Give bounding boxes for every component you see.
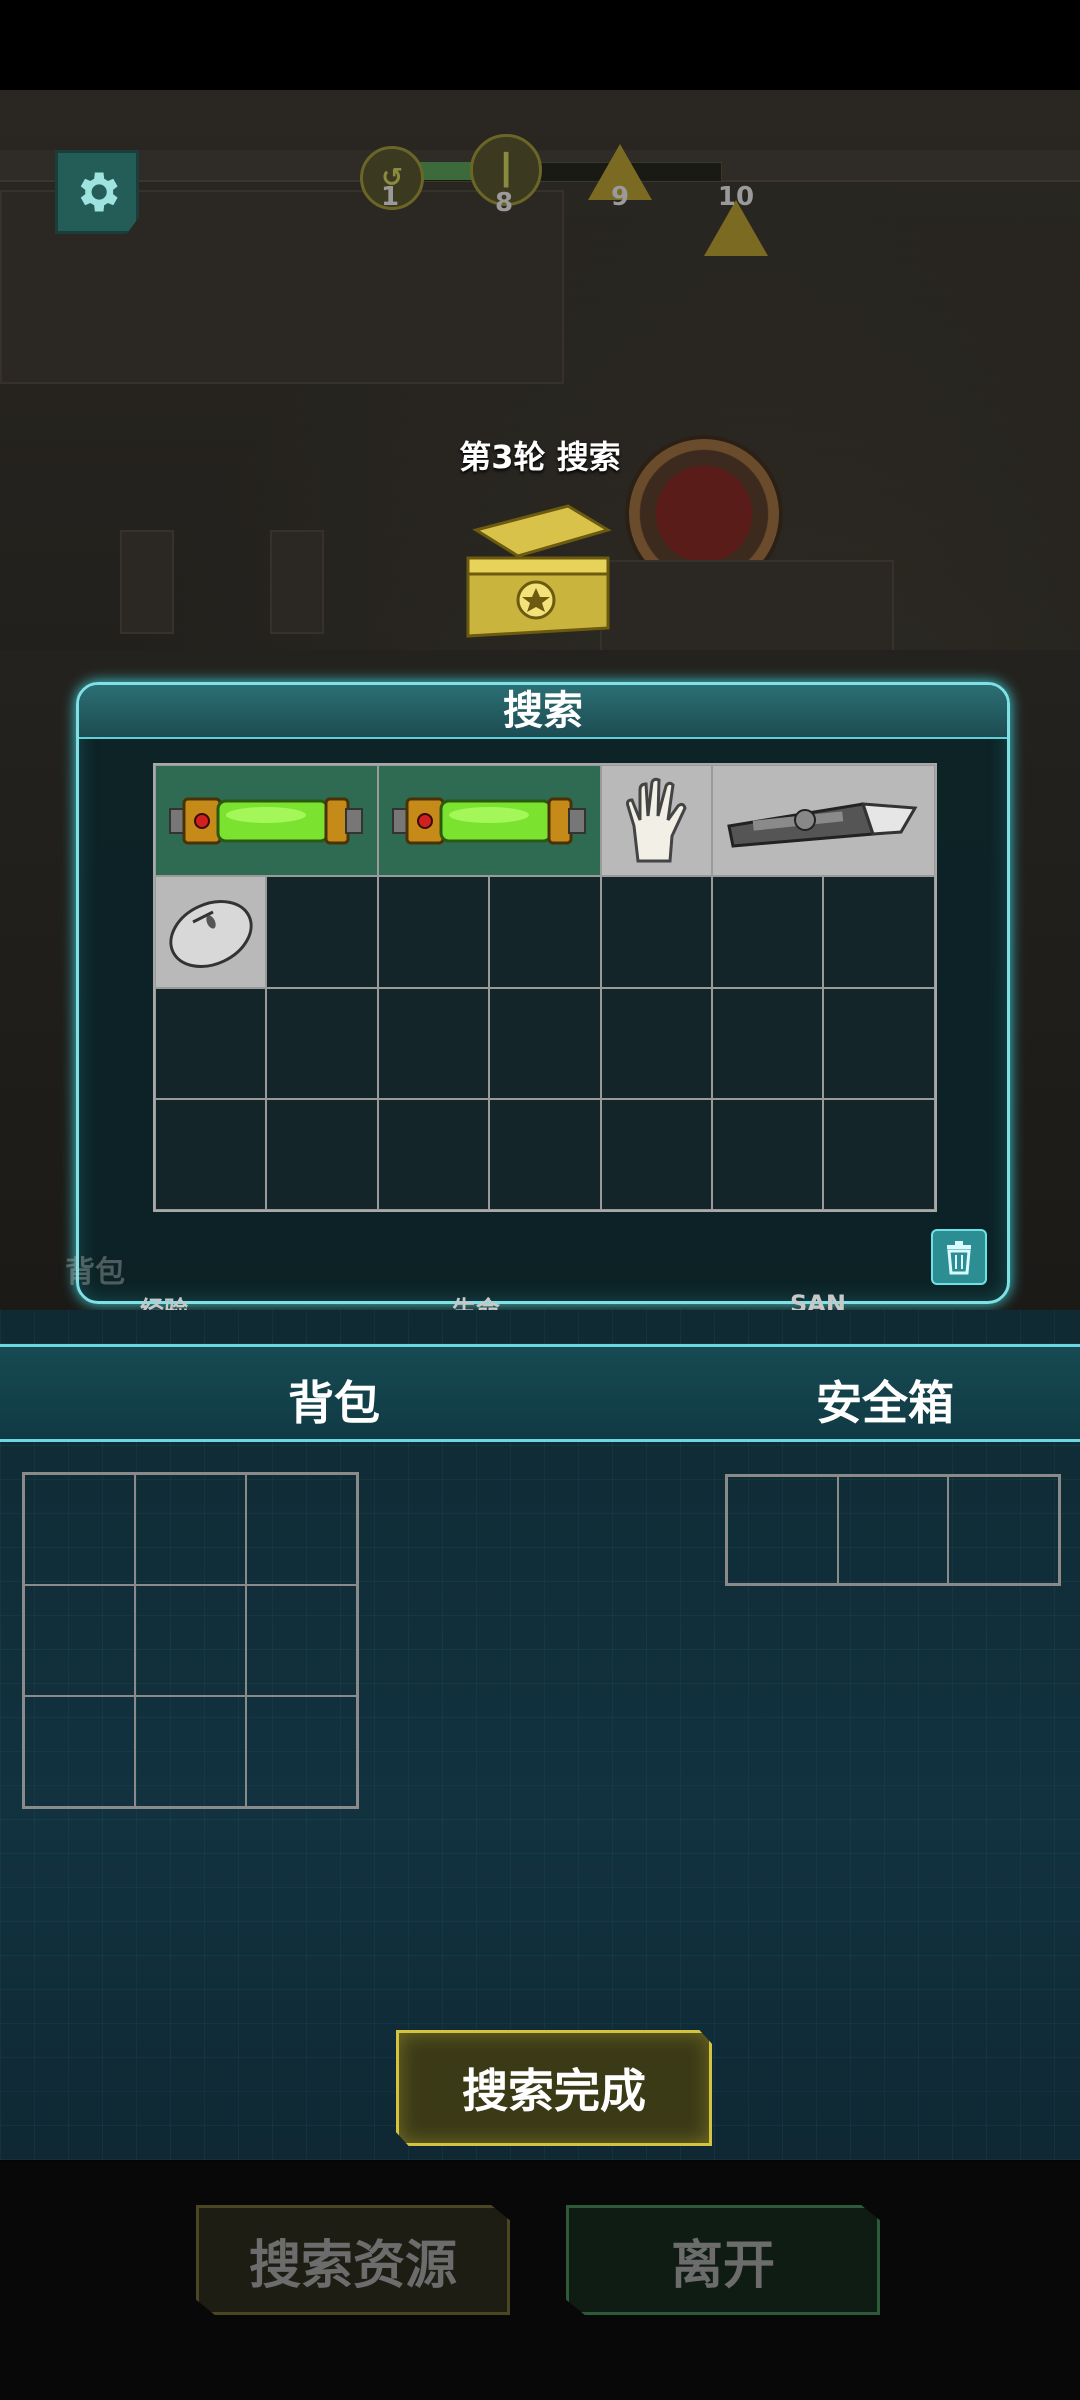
stage-label-8: 8	[494, 188, 514, 218]
stage-label-1: 1	[380, 182, 400, 212]
grid-cell-empty[interactable]	[489, 987, 601, 1099]
knife-icon	[727, 801, 918, 848]
settings-button[interactable]	[55, 150, 139, 234]
canister-icon	[169, 797, 364, 845]
trash-button[interactable]	[931, 1229, 987, 1285]
item-glove[interactable]	[600, 765, 712, 877]
chest-icon	[466, 504, 612, 638]
grid-cell-empty[interactable]	[711, 1098, 824, 1210]
grid-cell-empty[interactable]	[155, 987, 267, 1099]
grid-cell-empty[interactable]	[489, 1098, 601, 1210]
canister-icon	[392, 797, 587, 845]
glove-icon	[626, 777, 687, 863]
stage-progress: ↺ 1 ┃ 8 9 10	[360, 134, 770, 256]
search-complete-button[interactable]: 搜索完成	[396, 2030, 712, 2146]
backpack-slot[interactable]	[24, 1474, 135, 1585]
safebox-slot[interactable]	[837, 1476, 949, 1584]
safebox-slot[interactable]	[948, 1476, 1059, 1584]
status-bar	[0, 0, 1080, 90]
bag-watermark: 背包	[65, 1255, 125, 1290]
safebox-slot[interactable]	[727, 1476, 838, 1584]
treasure-chest	[458, 500, 618, 640]
trash-icon	[947, 1241, 971, 1275]
search-resources-button[interactable]: 搜索资源	[196, 2205, 510, 2315]
grid-cell-empty[interactable]	[600, 987, 712, 1099]
backpack-slot[interactable]	[24, 1696, 135, 1807]
grid-cell-empty[interactable]	[377, 987, 490, 1099]
action-bar	[0, 2162, 1080, 2400]
backpack-slot[interactable]	[246, 1696, 357, 1807]
backpack-slot[interactable]	[135, 1474, 246, 1585]
backpack-grid	[22, 1472, 359, 1809]
backpack-slot[interactable]	[135, 1696, 246, 1807]
tab-safebox[interactable]: 安全箱	[816, 1367, 954, 1433]
inventory-tab-bar: 背包 安全箱	[0, 1344, 1080, 1442]
grid-cell-empty[interactable]	[266, 876, 378, 988]
search-grid	[153, 763, 937, 1212]
backpack-slot[interactable]	[135, 1585, 246, 1696]
grid-cell-empty[interactable]	[377, 876, 490, 988]
grid-cell-empty[interactable]	[600, 1098, 712, 1210]
item-green-canister[interactable]	[155, 765, 378, 877]
grid-cell-empty[interactable]	[489, 876, 601, 988]
window	[270, 530, 324, 634]
mouse-icon	[169, 899, 253, 968]
stage-label-10: 10	[717, 182, 755, 212]
grid-cell-empty[interactable]	[823, 987, 935, 1099]
grid-cell-empty[interactable]	[266, 1098, 378, 1210]
grid-cell-empty[interactable]	[600, 876, 712, 988]
stage-label-9: 9	[610, 182, 630, 212]
search-panel: 搜索 背包	[65, 682, 1010, 1304]
grid-cell-empty[interactable]	[377, 1098, 490, 1210]
search-panel-title: 搜索	[79, 685, 1007, 739]
grid-cell-empty[interactable]	[823, 1098, 935, 1210]
grid-cell-empty[interactable]	[711, 876, 824, 988]
item-computer-mouse[interactable]	[155, 876, 267, 988]
backpack-slot[interactable]	[246, 1585, 357, 1696]
window	[120, 530, 174, 634]
tab-backpack[interactable]: 背包	[288, 1367, 380, 1433]
grid-cell-empty[interactable]	[266, 987, 378, 1099]
grid-cell-empty[interactable]	[155, 1098, 267, 1210]
item-green-canister[interactable]	[377, 765, 601, 877]
backpack-slot[interactable]	[246, 1474, 357, 1585]
grid-cell-empty[interactable]	[823, 876, 935, 988]
round-title: 第3轮 搜索	[459, 438, 621, 476]
grid-cell-empty[interactable]	[711, 987, 824, 1099]
pin-icon: ┃	[496, 152, 516, 188]
gear-icon	[80, 172, 118, 212]
leave-button[interactable]: 离开	[566, 2205, 880, 2315]
backpack-slot[interactable]	[24, 1585, 135, 1696]
item-utility-knife[interactable]	[711, 765, 935, 877]
safebox-grid	[725, 1474, 1061, 1586]
